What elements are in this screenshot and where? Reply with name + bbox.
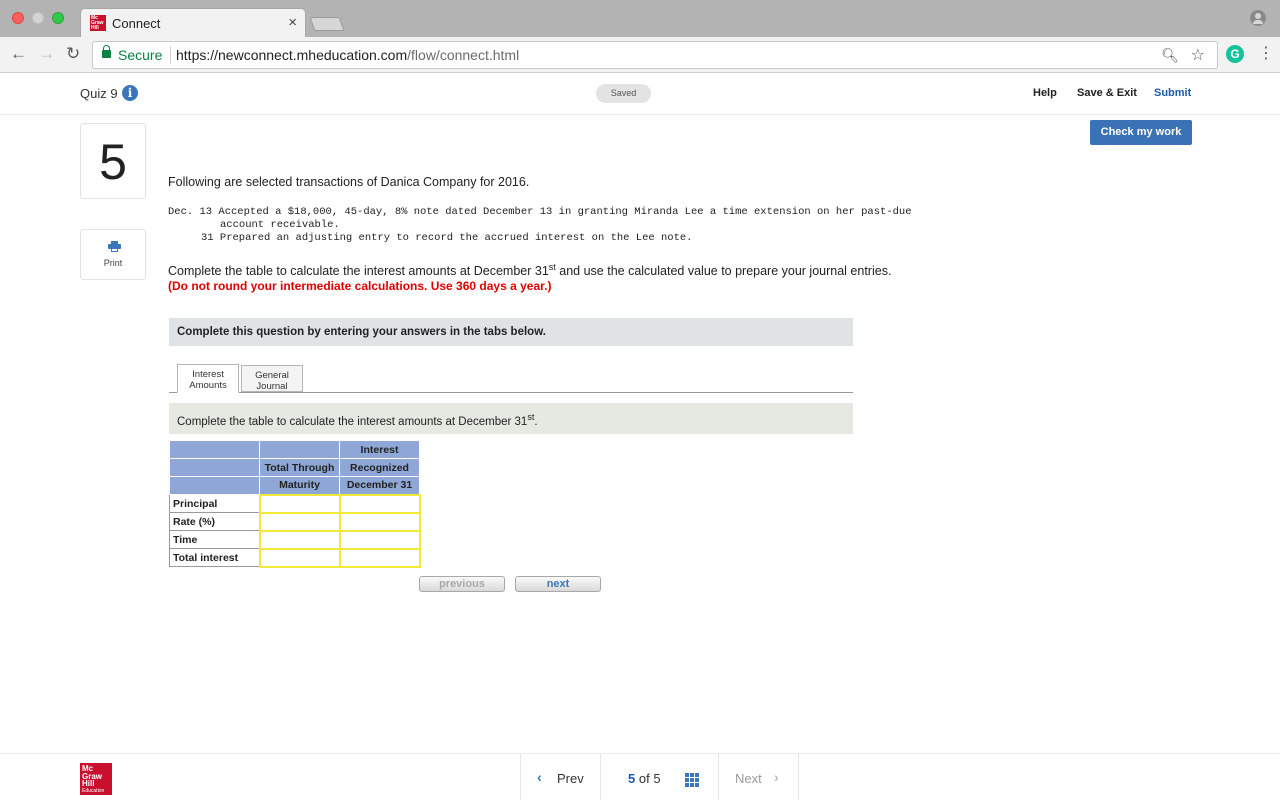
row-label-total-interest: Total interest — [169, 548, 260, 567]
column-header: Total Through — [259, 458, 340, 477]
rounding-warning: (Do not round your intermediate calculat… — [168, 279, 552, 293]
chevron-right-icon: › — [774, 769, 779, 785]
row-label-time: Time — [169, 530, 260, 549]
transaction-line-1: Dec. 13 Accepted a $18,000, 45-day, 8% n… — [168, 206, 912, 218]
table-row: Total interest — [169, 547, 421, 568]
column-header — [259, 440, 340, 459]
tab-divider — [169, 392, 853, 393]
footer: Mc Graw Hill Education ‹ Prev 5 of 5 Nex… — [0, 753, 1280, 800]
transaction-line-2: account receivable. — [220, 219, 340, 231]
tab-close-icon[interactable]: × — [288, 14, 297, 31]
total-interest-total-input[interactable] — [258, 547, 341, 568]
window-minimize-button[interactable] — [32, 12, 44, 24]
url-path: /flow/connect.html — [407, 47, 520, 63]
info-icon[interactable]: i — [122, 85, 138, 101]
answer-banner: Complete this question by entering your … — [169, 318, 853, 346]
back-arrow-icon[interactable]: ← — [10, 44, 27, 64]
print-button[interactable]: Print — [80, 229, 146, 280]
row-label-rate: Rate (%) — [169, 512, 260, 531]
total-interest-recognized-input[interactable] — [338, 547, 421, 568]
column-header: December 31 — [339, 476, 420, 495]
grammarly-extension-icon[interactable]: G — [1226, 45, 1244, 63]
table-row: Principal — [169, 493, 421, 514]
tab-general-journal[interactable]: General Journal — [241, 365, 303, 392]
question-instruction: Complete the table to calculate the inte… — [168, 262, 892, 278]
footer-prev-label: Prev — [557, 771, 584, 786]
printer-icon — [108, 241, 121, 252]
url-host: https://newconnect.mheducation.com — [176, 47, 408, 63]
reload-icon[interactable]: ↻ — [66, 44, 80, 64]
url-separator — [170, 46, 171, 64]
footer-prev-button[interactable]: ‹ Prev — [520, 754, 600, 800]
footer-page-indicator[interactable]: 5 of 5 — [600, 754, 719, 800]
submit-link[interactable]: Submit — [1154, 87, 1191, 99]
zoom-icon[interactable]: 🔍︎ — [1161, 47, 1179, 64]
window-zoom-button[interactable] — [52, 12, 64, 24]
question-number: 5 — [80, 123, 146, 199]
table-row: Rate (%) — [169, 511, 421, 532]
saved-status-badge: Saved — [596, 84, 651, 103]
window-close-button[interactable] — [12, 12, 24, 24]
principal-total-input[interactable] — [258, 493, 341, 514]
save-exit-link[interactable]: Save & Exit — [1077, 87, 1137, 99]
browser-tab-bar: Mc Graw Hill Connect × — [0, 0, 1280, 38]
check-my-work-button[interactable]: Check my work — [1090, 120, 1192, 145]
table-header-row: Interest — [169, 440, 420, 459]
chevron-left-icon: ‹ — [537, 769, 542, 785]
question-intro: Following are selected transactions of D… — [168, 175, 530, 189]
browser-menu-icon[interactable]: ⋮ — [1258, 45, 1274, 63]
help-link[interactable]: Help — [1033, 87, 1057, 99]
browser-tab[interactable]: Mc Graw Hill Connect × — [80, 8, 306, 38]
tab-interest-amounts[interactable]: Interest Amounts — [177, 364, 239, 393]
tab-instruction: Complete the table to calculate the inte… — [169, 403, 853, 434]
next-tab-button[interactable]: next — [515, 576, 601, 592]
column-header: Recognized — [339, 458, 420, 477]
print-label: Print — [103, 258, 123, 268]
table-header-row: Maturity December 31 — [169, 476, 420, 495]
table-row: Time — [169, 529, 421, 550]
principal-recognized-input[interactable] — [338, 493, 421, 514]
new-tab-button[interactable] — [309, 17, 345, 31]
question-grid-icon[interactable] — [685, 773, 699, 787]
browser-toolbar: ← → ↻ Secure https://newconnect.mheducat… — [0, 37, 1280, 73]
table-header-row: Total Through Recognized — [169, 458, 420, 477]
rate-recognized-input[interactable] — [338, 511, 421, 532]
interest-table: Interest Total Through Recognized Maturi… — [169, 440, 421, 568]
rate-total-input[interactable] — [258, 511, 341, 532]
quiz-title: Quiz 9 — [80, 86, 118, 101]
tab-title: Connect — [112, 16, 161, 31]
address-bar[interactable]: Secure https://newconnect.mheducation.co… — [92, 41, 1218, 69]
time-total-input[interactable] — [258, 529, 341, 550]
mcgraw-hill-logo: Mc Graw Hill Education — [80, 763, 112, 795]
previous-tab-button[interactable]: previous — [419, 576, 505, 592]
mcgraw-hill-favicon-icon: Mc Graw Hill — [90, 15, 106, 31]
time-recognized-input[interactable] — [338, 529, 421, 550]
page-counter: 5 of 5 — [628, 771, 661, 786]
profile-icon[interactable] — [1250, 10, 1266, 26]
lock-icon — [102, 45, 111, 58]
column-header: Interest — [339, 440, 420, 459]
bookmark-star-icon[interactable]: ☆ — [1191, 45, 1205, 65]
secure-label: Secure — [118, 47, 163, 63]
column-header: Maturity — [259, 476, 340, 495]
row-label-principal: Principal — [169, 494, 260, 513]
app-header: Quiz 9 i Saved Help Save & Exit Submit — [0, 73, 1280, 115]
transaction-line-3: 31 Prepared an adjusting entry to record… — [201, 232, 693, 244]
footer-next-label: Next — [735, 771, 762, 786]
forward-arrow-icon[interactable]: → — [38, 44, 55, 64]
url-text[interactable]: https://newconnect.mheducation.com/flow/… — [176, 47, 519, 63]
footer-next-button[interactable]: Next › — [719, 754, 799, 800]
